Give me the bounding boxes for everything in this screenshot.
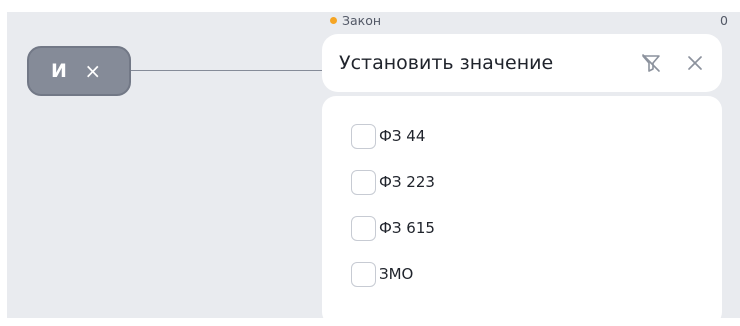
option-checkbox[interactable] (351, 123, 376, 149)
option-label[interactable]: ЗМО (379, 265, 413, 283)
option-item[interactable]: ФЗ 44 (322, 122, 722, 150)
status-dot-icon (330, 16, 337, 24)
value-input-text[interactable]: Установить значение (339, 52, 638, 74)
logic-operator-label: И (51, 60, 68, 82)
option-label[interactable]: ФЗ 615 (379, 219, 435, 237)
option-label[interactable]: ФЗ 223 (379, 173, 435, 191)
option-checkbox[interactable] (351, 215, 376, 241)
option-item[interactable]: ФЗ 223 (322, 168, 722, 196)
option-label[interactable]: ФЗ 44 (379, 127, 425, 145)
filter-off-icon[interactable] (638, 50, 664, 76)
field-header: Закон 0 (330, 11, 728, 29)
field-title: Закон (342, 12, 382, 28)
selected-count: 0 (720, 12, 728, 28)
option-item[interactable]: ЗМО (322, 260, 722, 288)
close-icon[interactable]: × (84, 61, 101, 81)
logic-operator-chip[interactable]: И × (27, 46, 131, 96)
value-input[interactable]: Установить значение (322, 34, 722, 92)
connector-line (131, 70, 329, 71)
option-checkbox[interactable] (351, 169, 376, 195)
options-dropdown: ФЗ 44 ФЗ 223 ФЗ 615 ЗМО (322, 96, 722, 326)
option-checkbox[interactable] (351, 261, 376, 287)
close-icon[interactable] (682, 50, 708, 76)
option-item[interactable]: ФЗ 615 (322, 214, 722, 242)
